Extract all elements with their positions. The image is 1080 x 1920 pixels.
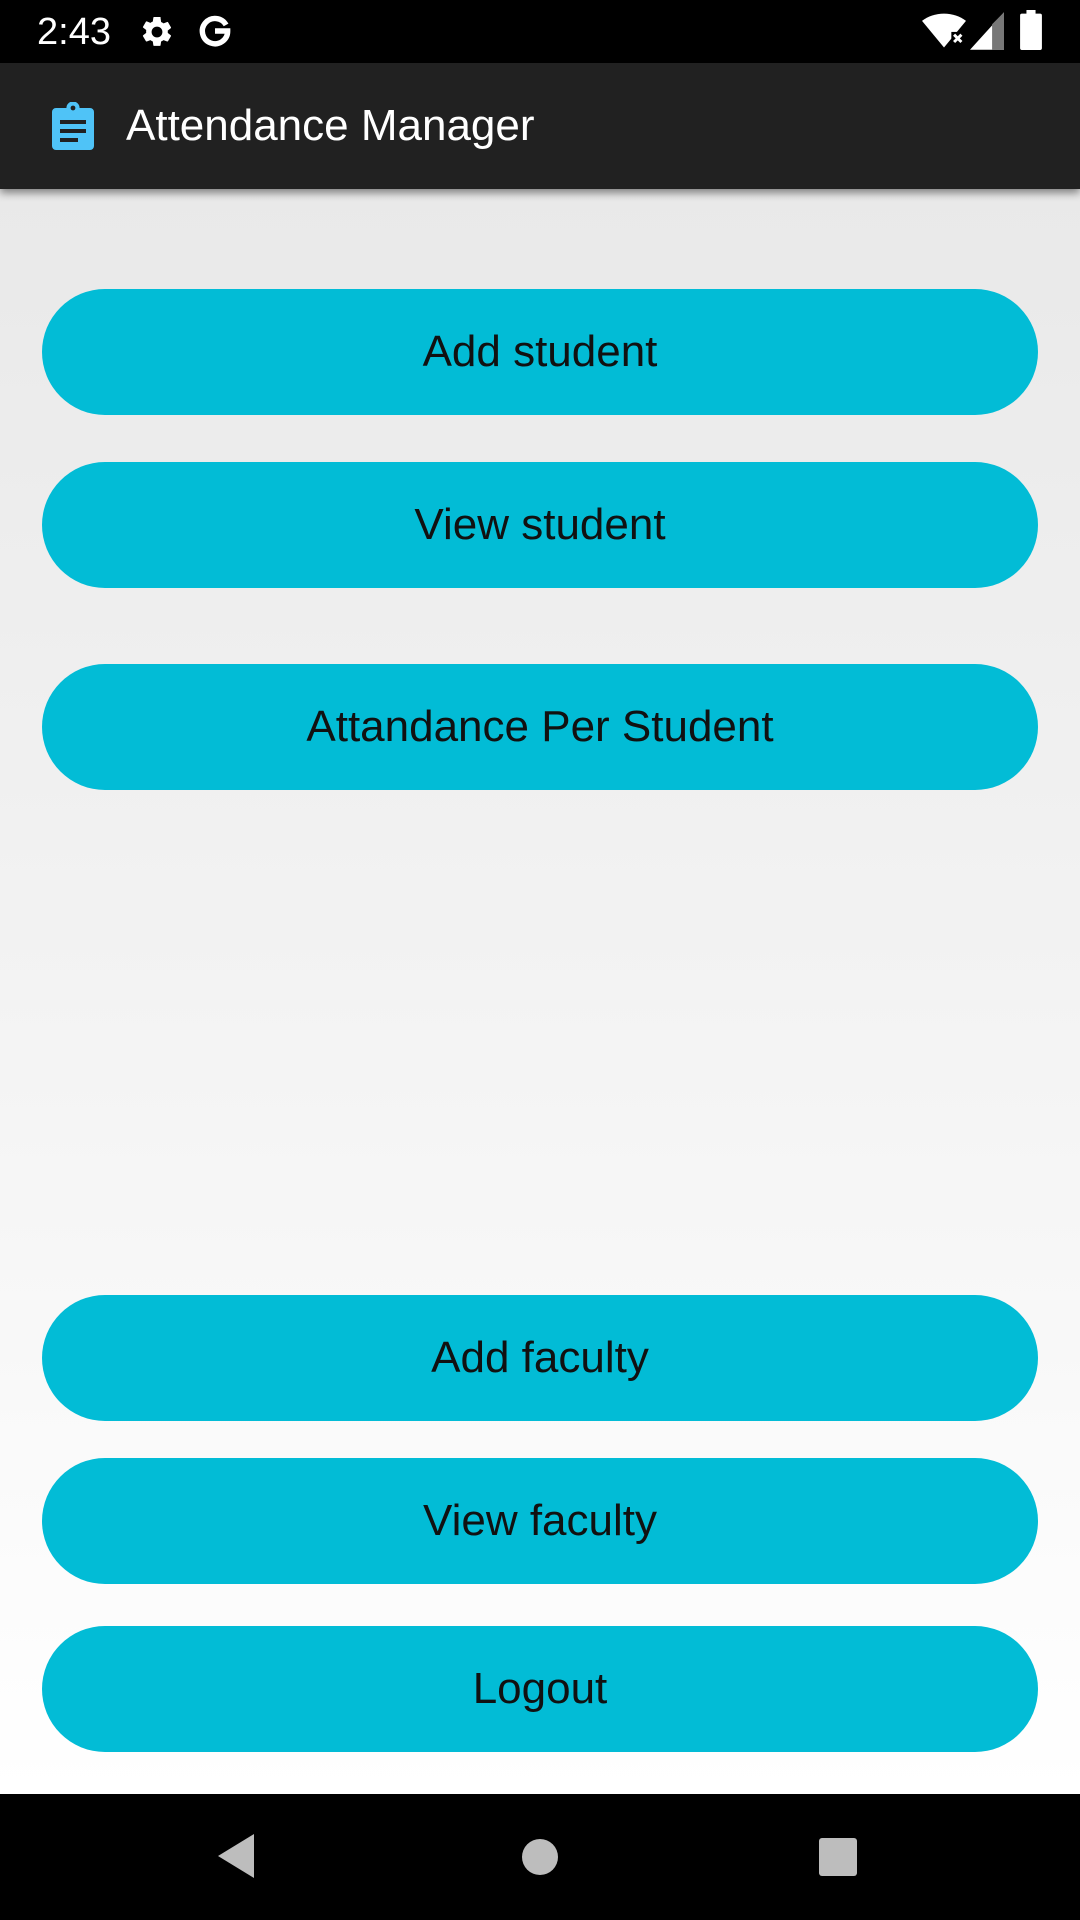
status-bar: 2:43 xyxy=(0,0,1080,63)
signal-icon xyxy=(970,12,1004,50)
app-bar: Attendance Manager xyxy=(0,63,1080,189)
nav-bar xyxy=(0,1794,1080,1920)
add-faculty-button[interactable]: Add faculty xyxy=(42,1295,1038,1421)
home-icon[interactable] xyxy=(517,1834,563,1880)
content-area: Add student View student Attandance Per … xyxy=(0,189,1080,1794)
view-faculty-button[interactable]: View faculty xyxy=(42,1458,1038,1584)
back-icon[interactable] xyxy=(214,1831,260,1881)
logout-button[interactable]: Logout xyxy=(42,1626,1038,1752)
attendance-per-student-button[interactable]: Attandance Per Student xyxy=(42,664,1038,790)
gear-icon xyxy=(142,16,172,46)
google-g-icon xyxy=(199,15,231,47)
app-title: Attendance Manager xyxy=(126,101,535,150)
recents-icon[interactable] xyxy=(815,1834,861,1880)
clipboard-icon xyxy=(52,102,94,150)
wifi-icon xyxy=(922,13,966,48)
status-time: 2:43 xyxy=(37,11,111,53)
screen: 2:43 Attendance Manager Add student View… xyxy=(0,0,1080,1920)
view-student-button[interactable]: View student xyxy=(42,462,1038,588)
battery-icon xyxy=(1020,10,1042,50)
add-student-button[interactable]: Add student xyxy=(42,289,1038,415)
